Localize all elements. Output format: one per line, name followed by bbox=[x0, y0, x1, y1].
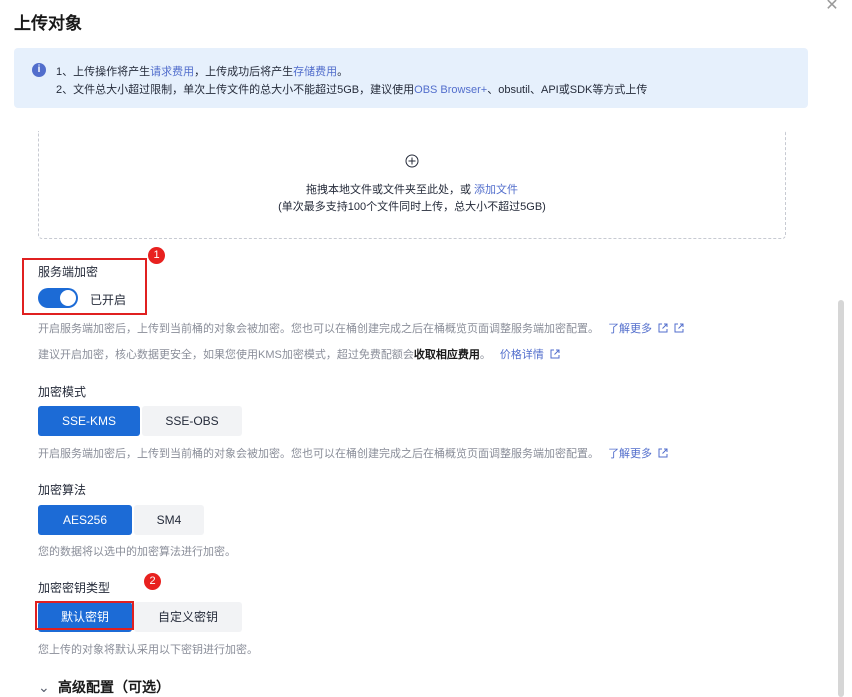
annotation-badge-1: 1 bbox=[148, 247, 165, 264]
external-link-icon[interactable] bbox=[658, 323, 668, 333]
add-file-link[interactable]: 添加文件 bbox=[474, 184, 518, 196]
chevron-down-icon: ⌄ bbox=[38, 679, 50, 695]
file-dropzone[interactable]: 拖拽本地文件或文件夹至此处，或 添加文件 (单次最多支持100个文件同时上传，总… bbox=[38, 131, 786, 239]
keytype-label: 加密密钥类型 bbox=[38, 581, 111, 595]
kms-fee-hint: 建议开启加密，核心数据更安全，如果您使用KMS加密模式，超过免费配额会收取相应费… bbox=[38, 346, 560, 362]
encryption-hint: 开启服务端加密后，上传到当前桶的对象会被加密。您也可以在桶创建完成之后在桶概览页… bbox=[38, 320, 684, 336]
external-link-icon[interactable] bbox=[658, 448, 668, 458]
notice-text: 、obsutil、API或SDK等方式上传 bbox=[487, 84, 648, 96]
keytype-hint: 您上传的对象将默认采用以下密钥进行加密。 bbox=[38, 644, 258, 656]
close-icon[interactable]: ✕ bbox=[824, 0, 840, 14]
dropzone-label: 拖拽本地文件或文件夹至此处，或 bbox=[305, 184, 475, 196]
fee-emphasis: 收取相应费用 bbox=[413, 349, 480, 361]
annotation-badge-2: 2 bbox=[144, 573, 161, 590]
notice-text: 。 bbox=[337, 66, 349, 78]
hint-text: 开启服务端加密后，上传到当前桶的对象会被加密。您也可以在桶创建完成之后在桶概览页… bbox=[38, 323, 599, 335]
annotation-box-1 bbox=[22, 258, 147, 315]
mode-label: 加密模式 bbox=[38, 385, 87, 399]
dropzone-limit: (单次最多支持100个文件同时上传，总大小不超过5GB) bbox=[278, 201, 546, 213]
storage-fee-link[interactable]: 存储费用 bbox=[293, 66, 337, 78]
algorithm-aes256-button[interactable]: AES256 bbox=[38, 505, 132, 535]
learn-more-link[interactable]: 了解更多 bbox=[608, 448, 652, 460]
advanced-config-label: 高级配置（可选） bbox=[58, 679, 170, 695]
algorithm-hint: 您的数据将以选中的加密算法进行加密。 bbox=[38, 546, 236, 558]
mode-hint: 开启服务端加密后，上传到当前桶的对象会被加密。您也可以在桶创建完成之后在桶概览页… bbox=[38, 445, 668, 461]
algorithm-label: 加密算法 bbox=[38, 483, 87, 497]
hint-text: 建议开启加密，核心数据更安全，如果您使用KMS加密模式，超过免费配额会 bbox=[38, 349, 414, 361]
annotation-box-2 bbox=[35, 601, 134, 630]
add-circle-icon bbox=[405, 154, 419, 168]
request-fee-link[interactable]: 请求费用 bbox=[150, 66, 194, 78]
mode-sse-obs-button[interactable]: SSE-OBS bbox=[142, 406, 242, 436]
learn-more-link[interactable]: 了解更多 bbox=[608, 323, 652, 335]
info-icon: i bbox=[32, 63, 46, 77]
notice-text: 1、上传操作将产生 bbox=[56, 66, 151, 78]
notice-line-2: 2、文件总大小超过限制，单次上传文件的总大小不能超过5GB，建议使用OBS Br… bbox=[56, 81, 647, 97]
notice-text: ，上传成功后将产生 bbox=[194, 66, 294, 78]
advanced-config-toggle[interactable]: ⌄ 高级配置（可选） bbox=[38, 677, 170, 697]
price-detail-link[interactable]: 价格详情 bbox=[500, 349, 544, 361]
obs-browser-link[interactable]: OBS Browser+ bbox=[414, 84, 487, 96]
external-link-icon[interactable] bbox=[550, 349, 560, 359]
mode-sse-kms-button[interactable]: SSE-KMS bbox=[38, 406, 140, 436]
algorithm-sm4-button[interactable]: SM4 bbox=[134, 505, 204, 535]
keytype-custom-button[interactable]: 自定义密钥 bbox=[134, 602, 242, 632]
notice-line-1: 1、上传操作将产生请求费用，上传成功后将产生存储费用。 bbox=[56, 63, 348, 79]
external-link-icon[interactable] bbox=[674, 323, 684, 333]
dialog-title: 上传对象 bbox=[14, 14, 82, 33]
hint-text: 。 bbox=[479, 349, 491, 361]
scrollbar[interactable] bbox=[838, 300, 844, 697]
hint-text: 开启服务端加密后，上传到当前桶的对象会被加密。您也可以在桶创建完成之后在桶概览页… bbox=[38, 448, 599, 460]
notice-text: 2、文件总大小超过限制，单次上传文件的总大小不能超过5GB，建议使用 bbox=[56, 84, 415, 96]
info-notice: i 1、上传操作将产生请求费用，上传成功后将产生存储费用。 2、文件总大小超过限… bbox=[14, 48, 808, 108]
dropzone-text: 拖拽本地文件或文件夹至此处，或 添加文件 bbox=[39, 181, 785, 197]
